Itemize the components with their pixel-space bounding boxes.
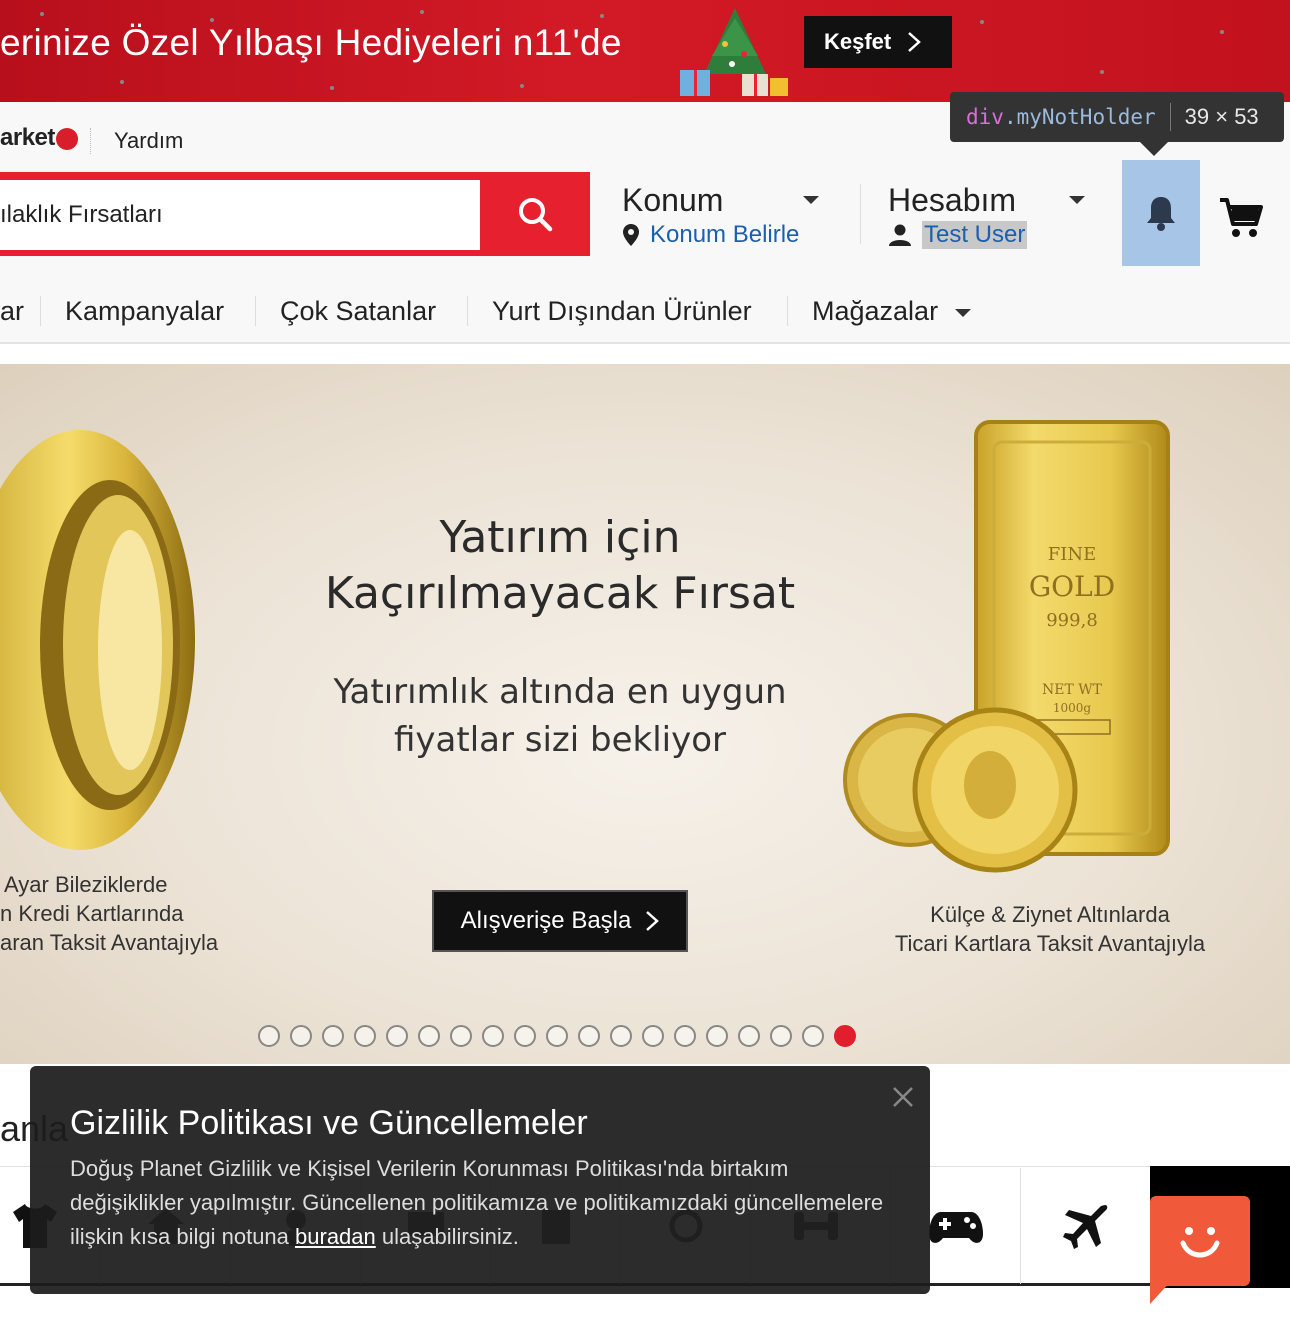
category-travel[interactable] xyxy=(1020,1168,1150,1284)
popup-link[interactable]: buradan xyxy=(295,1224,376,1249)
caret-down-icon xyxy=(955,309,971,317)
location-link[interactable]: Konum Belirle xyxy=(650,221,799,249)
slider-dot[interactable] xyxy=(354,1025,376,1047)
nav-item-abroad-products[interactable]: Yurt Dışından Ürünler xyxy=(492,296,752,327)
slider-dot[interactable] xyxy=(258,1025,280,1047)
help-link[interactable]: Yardım xyxy=(114,128,183,154)
slider-dot[interactable] xyxy=(802,1025,824,1047)
hero-subtitle-line1: Yatırımlık altında en uygun xyxy=(333,672,787,712)
gold-ring-image xyxy=(0,430,195,850)
slider-dot[interactable] xyxy=(642,1025,664,1047)
search-button[interactable] xyxy=(480,172,590,256)
devtools-tooltip: div.myNotHolder 39 × 53 xyxy=(950,92,1284,142)
slider-dot[interactable] xyxy=(770,1025,792,1047)
slider-dot[interactable] xyxy=(546,1025,568,1047)
logo[interactable]: arket xyxy=(0,124,78,152)
hero-shop-label: Alışverişe Başla xyxy=(460,907,632,934)
chat-widget-button[interactable] xyxy=(1150,1196,1250,1286)
popup-body: Doğuş Planet Gizlilik ve Kişisel Veriler… xyxy=(70,1152,900,1254)
close-icon[interactable] xyxy=(890,1084,916,1110)
smiley-icon xyxy=(1180,1227,1220,1258)
gold-coins-image xyxy=(843,707,1078,873)
slider-dot[interactable] xyxy=(578,1025,600,1047)
promo-text: erinize Özel Yılbaşı Hediyeleri n11'de xyxy=(0,22,622,63)
devtools-tooltip-arrow xyxy=(1140,142,1168,156)
christmas-tree-icon xyxy=(680,8,788,96)
cart-icon[interactable] xyxy=(1218,196,1264,240)
slider-dot[interactable] xyxy=(514,1025,536,1047)
slider-dot[interactable] xyxy=(482,1025,504,1047)
goldbar-fine: FINE xyxy=(1048,544,1097,565)
logo-badge-icon xyxy=(55,127,78,150)
caret-down-icon xyxy=(1069,196,1085,204)
nav-item-bestsellers[interactable]: Çok Satanlar xyxy=(280,296,436,327)
nav-divider xyxy=(467,296,468,326)
hero-subtitle-line2: fiyatlar sizi bekliyor xyxy=(393,720,726,760)
divider xyxy=(90,128,91,154)
popup-title: Gizlilik Politikası ve Güncellemeler xyxy=(70,1104,588,1142)
hero-title-line1: Yatırım için xyxy=(439,512,681,563)
promo-banner[interactable]: erinize Özel Yılbaşı Hediyeleri n11'de K… xyxy=(0,0,1290,102)
popup-body-text-end: ulaşabilirsiniz. xyxy=(375,1224,519,1249)
slider-dot[interactable] xyxy=(834,1025,856,1047)
slider-dot[interactable] xyxy=(418,1025,440,1047)
airplane-icon xyxy=(1062,1205,1107,1249)
account-username[interactable]: Test User xyxy=(922,221,1028,249)
nav-divider xyxy=(787,296,788,326)
account-title: Hesabım xyxy=(888,182,1017,218)
account-menu[interactable]: Hesabım Test User xyxy=(888,182,1088,252)
slider-pagination xyxy=(258,1025,856,1047)
slider-dot[interactable] xyxy=(674,1025,696,1047)
chevron-right-icon xyxy=(908,32,922,52)
bell-icon xyxy=(1147,197,1175,231)
hero-title: Yatırım için Kaçırılmayacak Fırsat xyxy=(300,510,820,622)
chat-widget-tail xyxy=(1150,1280,1172,1304)
devtools-dimensions: 39 × 53 xyxy=(1184,104,1259,129)
goldbar-purity: 999,8 xyxy=(1046,610,1098,631)
slider-dot[interactable] xyxy=(386,1025,408,1047)
promo-discover-label: Keşfet xyxy=(824,29,892,54)
map-pin-icon xyxy=(623,224,639,246)
hero-right-caption-line: Ticari Kartlara Taksit Avantajıyla xyxy=(894,931,1206,956)
devtools-tag: div xyxy=(966,105,1004,129)
slider-dot[interactable] xyxy=(610,1025,632,1047)
nav-item-partial[interactable]: ar xyxy=(0,296,24,327)
caret-down-icon xyxy=(803,196,819,204)
nav-item-campaigns[interactable]: Kampanyalar xyxy=(65,296,224,327)
promo-discover-button[interactable]: Keşfet xyxy=(804,16,952,68)
goldbar-gold: GOLD xyxy=(1029,570,1115,603)
location-title: Konum xyxy=(622,182,724,218)
hero-right-caption-line: Külçe & Ziynet Altınlarda xyxy=(930,902,1170,927)
hero-left-caption-line: n Kredi Kartlarında xyxy=(0,901,184,926)
privacy-popup: Gizlilik Politikası ve Güncellemeler Doğ… xyxy=(30,1066,930,1294)
hero-shop-button[interactable]: Alışverişe Başla xyxy=(432,890,688,952)
slider-dot[interactable] xyxy=(322,1025,344,1047)
search-icon xyxy=(519,198,553,232)
devtools-class: .myNotHolder xyxy=(1003,105,1156,129)
divider xyxy=(860,184,861,244)
nav-divider xyxy=(255,296,256,326)
hero-left-caption-line: aran Taksit Avantajıyla xyxy=(0,930,219,955)
nav-divider xyxy=(40,296,41,326)
logo-text: arket xyxy=(0,124,55,151)
hero-right-caption: Külçe & Ziynet Altınlarda Ticari Kartlar… xyxy=(870,900,1230,958)
slider-dot[interactable] xyxy=(738,1025,760,1047)
hero-left-caption: Ayar Bileziklerde n Kredi Kartlarında ar… xyxy=(0,870,240,957)
chevron-right-icon xyxy=(646,911,660,931)
hero-subtitle: Yatırımlık altında en uygun fiyatlar siz… xyxy=(290,668,830,764)
search-input[interactable] xyxy=(0,180,480,250)
user-icon xyxy=(889,224,911,246)
slider-dot[interactable] xyxy=(290,1025,312,1047)
gamepad-icon xyxy=(928,1212,983,1243)
notification-button[interactable] xyxy=(1122,160,1200,266)
hero-left-caption-line: Ayar Bileziklerde xyxy=(4,872,168,897)
hero-title-line2: Kaçırılmayacak Fırsat xyxy=(324,568,796,619)
slider-dot[interactable] xyxy=(450,1025,472,1047)
location-selector[interactable]: Konum Konum Belirle xyxy=(622,182,832,252)
slider-dot[interactable] xyxy=(706,1025,728,1047)
nav-item-stores[interactable]: Mağazalar xyxy=(812,296,938,327)
